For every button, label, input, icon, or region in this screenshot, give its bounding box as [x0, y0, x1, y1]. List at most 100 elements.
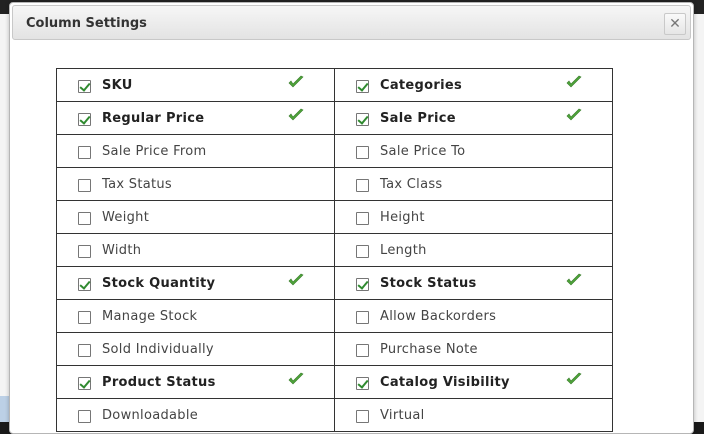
column-option-cell: Downloadable	[56, 398, 335, 432]
column-label[interactable]: Allow Backorders	[380, 309, 496, 324]
column-settings-row: Regular Price Sale Price	[56, 101, 613, 135]
column-checkbox[interactable]	[356, 179, 369, 192]
column-label[interactable]: Stock Quantity	[102, 276, 215, 291]
column-label[interactable]: Downloadable	[102, 408, 198, 423]
column-checkbox[interactable]	[78, 377, 91, 390]
column-option[interactable]: Purchase Note	[335, 333, 612, 365]
column-option-cell: Sold Individually	[56, 332, 335, 366]
column-option[interactable]: Weight	[57, 201, 334, 233]
column-checkbox[interactable]	[356, 377, 369, 390]
enabled-check-icon	[566, 372, 582, 385]
column-option[interactable]: Catalog Visibility	[335, 366, 612, 398]
column-option-cell: Stock Quantity	[56, 266, 335, 300]
column-checkbox[interactable]	[356, 80, 369, 93]
column-option[interactable]: Downloadable	[57, 399, 334, 431]
column-label[interactable]: Width	[102, 243, 141, 258]
column-checkbox[interactable]	[78, 344, 91, 357]
column-option[interactable]: Allow Backorders	[335, 300, 612, 332]
column-checkbox[interactable]	[78, 278, 91, 291]
column-option[interactable]: Tax Class	[335, 168, 612, 200]
column-option[interactable]: Length	[335, 234, 612, 266]
column-checkbox[interactable]	[356, 311, 369, 324]
column-option[interactable]: SKU	[57, 69, 334, 101]
column-checkbox[interactable]	[78, 80, 91, 93]
enabled-check-icon	[566, 108, 582, 121]
column-label[interactable]: Manage Stock	[102, 309, 197, 324]
close-button[interactable]: ✕	[664, 13, 686, 35]
column-option[interactable]: Sold Individually	[57, 333, 334, 365]
column-label[interactable]: Height	[380, 210, 425, 225]
column-option-cell: Sale Price To	[334, 134, 613, 168]
column-option[interactable]: Product Status	[57, 366, 334, 398]
column-checkbox[interactable]	[356, 245, 369, 258]
column-option[interactable]: Sale Price To	[335, 135, 612, 167]
column-settings-row: Product Status Catalog Visibility	[56, 365, 613, 399]
column-settings-row: Tax Status Tax Class	[56, 167, 613, 201]
column-checkbox[interactable]	[78, 212, 91, 225]
column-option-cell: Tax Class	[334, 167, 613, 201]
column-checkbox[interactable]	[356, 410, 369, 423]
column-label[interactable]: Tax Status	[102, 177, 172, 192]
column-label[interactable]: Sold Individually	[102, 342, 214, 357]
column-label[interactable]: SKU	[102, 78, 133, 93]
enabled-check-icon	[288, 372, 304, 385]
enabled-check-icon	[288, 75, 304, 88]
column-settings-row: Manage Stock Allow Backorders	[56, 299, 613, 333]
column-checkbox[interactable]	[356, 344, 369, 357]
column-checkbox[interactable]	[356, 212, 369, 225]
column-label[interactable]: Length	[380, 243, 427, 258]
column-option-cell: Width	[56, 233, 335, 267]
column-option-cell: Manage Stock	[56, 299, 335, 333]
column-checkbox[interactable]	[78, 146, 91, 159]
enabled-check-icon	[566, 273, 582, 286]
column-checkbox[interactable]	[356, 278, 369, 291]
column-settings-row: Stock Quantity Stock Status	[56, 266, 613, 300]
enabled-check-icon	[288, 108, 304, 121]
column-option-cell: Tax Status	[56, 167, 335, 201]
dialog-titlebar[interactable]: Column Settings ✕	[12, 5, 691, 40]
column-label[interactable]: Stock Status	[380, 276, 477, 291]
column-checkbox[interactable]	[78, 311, 91, 324]
column-option-cell: Categories	[334, 68, 613, 102]
column-checkbox[interactable]	[356, 113, 369, 126]
column-option-cell: Regular Price	[56, 101, 335, 135]
column-checkbox[interactable]	[78, 245, 91, 258]
column-checkbox[interactable]	[78, 113, 91, 126]
column-checkbox[interactable]	[78, 410, 91, 423]
column-label[interactable]: Weight	[102, 210, 149, 225]
enabled-check-icon	[288, 273, 304, 286]
column-label[interactable]: Categories	[380, 78, 462, 93]
column-settings-row: Weight Height	[56, 200, 613, 234]
column-option[interactable]: Stock Quantity	[57, 267, 334, 299]
column-settings-table: SKU Categories Regular Price Sale Price Sale…	[56, 68, 613, 432]
column-option-cell: Height	[334, 200, 613, 234]
column-option[interactable]: Tax Status	[57, 168, 334, 200]
column-settings-row: Width Length	[56, 233, 613, 267]
column-label[interactable]: Catalog Visibility	[380, 375, 510, 390]
column-option[interactable]: Virtual	[335, 399, 612, 431]
column-settings-row: Sold Individually Purchase Note	[56, 332, 613, 366]
column-label[interactable]: Product Status	[102, 375, 216, 390]
column-label[interactable]: Regular Price	[102, 111, 204, 126]
column-label[interactable]: Tax Class	[380, 177, 442, 192]
column-option-cell: SKU	[56, 68, 335, 102]
column-option-cell: Sale Price	[334, 101, 613, 135]
column-option[interactable]: Categories	[335, 69, 612, 101]
column-option[interactable]: Height	[335, 201, 612, 233]
column-label[interactable]: Sale Price	[380, 111, 456, 126]
column-option[interactable]: Sale Price From	[57, 135, 334, 167]
column-option[interactable]: Stock Status	[335, 267, 612, 299]
column-label[interactable]: Virtual	[380, 408, 425, 423]
column-option[interactable]: Width	[57, 234, 334, 266]
column-option[interactable]: Sale Price	[335, 102, 612, 134]
column-checkbox[interactable]	[356, 146, 369, 159]
column-settings-row: Downloadable Virtual	[56, 398, 613, 432]
column-checkbox[interactable]	[78, 179, 91, 192]
column-option[interactable]: Manage Stock	[57, 300, 334, 332]
column-label[interactable]: Purchase Note	[380, 342, 478, 357]
close-icon[interactable]: ✕	[669, 17, 681, 31]
column-label[interactable]: Sale Price From	[102, 144, 207, 159]
column-label[interactable]: Sale Price To	[380, 144, 465, 159]
column-option-cell: Weight	[56, 200, 335, 234]
column-option[interactable]: Regular Price	[57, 102, 334, 134]
